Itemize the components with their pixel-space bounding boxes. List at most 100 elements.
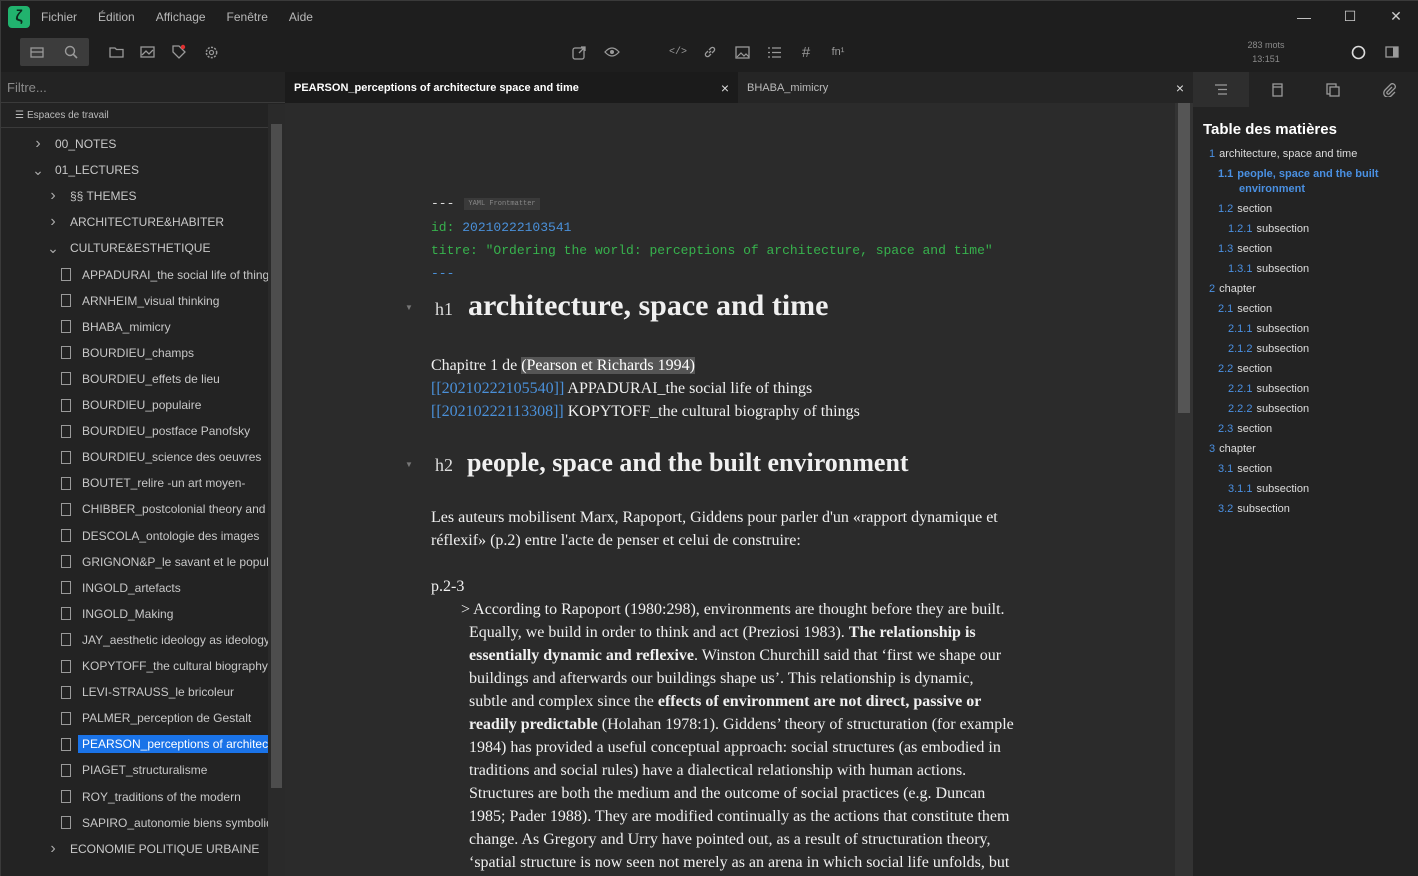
tree-file[interactable]: ROY_traditions of the modern (1, 785, 268, 809)
menu-item-3[interactable]: Fenêtre (227, 10, 268, 24)
tree-file[interactable]: BOURDIEU_populaire (1, 393, 268, 417)
search-icon[interactable] (54, 38, 88, 66)
task-list-icon[interactable] (760, 38, 788, 66)
chevron-down-icon[interactable]: ⌄ (46, 240, 60, 257)
link-icon[interactable] (696, 38, 724, 66)
tree-file[interactable]: PEARSON_perceptions of architecture (1, 732, 268, 756)
toc-label-continued[interactable]: environment (1239, 183, 1305, 195)
wiki-link[interactable]: [[20210222105540]] (431, 380, 564, 397)
toc-item[interactable]: 1 architecture, space and time (1209, 148, 1357, 160)
toc-item[interactable]: 2.1.1 subsection (1228, 323, 1309, 335)
sidebar-scrollbar[interactable] (268, 104, 285, 876)
tree-folder[interactable]: › ECONOMIE POLITIQUE URBAINE (1, 837, 268, 861)
toc-number: 2.1 (1218, 303, 1234, 315)
toc-item[interactable]: 3.2 subsection (1218, 503, 1290, 515)
editor-scrollbar[interactable] (1175, 103, 1193, 876)
sidebar-scroll-thumb[interactable] (271, 124, 282, 788)
toc-item[interactable]: 1.3.1 subsection (1228, 263, 1309, 275)
graph-icon[interactable] (133, 38, 161, 66)
table-icon[interactable]: # (792, 38, 820, 66)
minimize-icon[interactable]: — (1281, 9, 1327, 25)
toc-item[interactable]: 2.1.2 subsection (1228, 343, 1309, 355)
tree-file[interactable]: INGOLD_artefacts (1, 576, 268, 600)
references-tab-icon[interactable] (1249, 72, 1305, 107)
tree-file[interactable]: KOPYTOFF_the cultural biography (1, 654, 268, 678)
tree-file[interactable]: LEVI-STRAUSS_le bricoleur (1, 680, 268, 704)
footnote-icon[interactable]: fn¹ (824, 38, 852, 66)
tree-folder[interactable]: › ARCHITECTURE&HABITER (1, 210, 268, 234)
tree-file[interactable]: PALMER_perception de Gestalt (1, 706, 268, 730)
tree-file[interactable]: PIAGET_structuralisme (1, 758, 268, 782)
tree-file[interactable]: JAY_aesthetic ideology as ideology (1, 628, 268, 652)
toc-item[interactable]: 3.1 section (1218, 463, 1272, 475)
document-stats[interactable]: 283 mots 13:151 (1239, 38, 1293, 66)
open-folder-icon[interactable] (102, 38, 130, 66)
image-icon[interactable] (728, 38, 756, 66)
toc-item[interactable]: 2 chapter (1209, 283, 1256, 295)
tree-file[interactable]: CHIBBER_postcolonial theory and (1, 497, 268, 521)
tree-file[interactable]: GRIGNON&P_le savant et le populaire (1, 550, 268, 574)
tree-file[interactable]: BOURDIEU_effets de lieu (1, 367, 268, 391)
settings-gear-icon[interactable] (197, 38, 225, 66)
file-manager-toggle-icon[interactable] (20, 38, 54, 66)
close-tab-icon[interactable]: × (721, 80, 729, 96)
tree-file[interactable]: BOURDIEU_champs (1, 341, 268, 365)
chevron-right-icon[interactable]: › (46, 213, 60, 231)
toc-item[interactable]: 3 chapter (1209, 443, 1256, 455)
toc-item[interactable]: 1.2 section (1218, 203, 1272, 215)
toc-item[interactable]: 3.1.1 subsection (1228, 483, 1309, 495)
preview-eye-icon[interactable] (598, 38, 626, 66)
tree-folder[interactable]: › §§ THEMES (1, 184, 268, 208)
toc-item[interactable]: 1.3 section (1218, 243, 1272, 255)
toc-item[interactable]: 1.2.1 subsection (1228, 223, 1309, 235)
menu-item-4[interactable]: Aide (289, 10, 313, 24)
chevron-right-icon[interactable]: › (31, 135, 45, 153)
close-window-icon[interactable]: ✕ (1373, 8, 1418, 25)
tab-bhaba[interactable]: BHABA_mimicry × (738, 72, 1193, 103)
code-icon[interactable]: </> (664, 38, 692, 66)
toc-item[interactable]: 2.2.1 subsection (1228, 383, 1309, 395)
tags-icon[interactable] (165, 38, 193, 66)
wiki-link[interactable]: [[20210222113308]] (431, 403, 564, 420)
toc-item[interactable]: 2.2 section (1218, 363, 1272, 375)
export-icon[interactable] (565, 38, 593, 66)
menu-item-0[interactable]: Fichier (41, 10, 77, 24)
pomodoro-circle-icon[interactable] (1344, 38, 1372, 66)
toc-item[interactable]: 2.3 section (1218, 423, 1272, 435)
fold-arrow-icon[interactable]: ▼ (405, 303, 413, 312)
tree-file[interactable]: ARNHEIM_visual thinking (1, 289, 268, 313)
tree-file[interactable]: BOUTET_relire -un art moyen- (1, 471, 268, 495)
attachments-tab-icon[interactable] (1361, 72, 1417, 107)
chevron-right-icon[interactable]: › (46, 840, 60, 858)
tree-file[interactable]: DESCOLA_ontologie des images (1, 524, 268, 548)
close-tab-icon[interactable]: × (1176, 80, 1184, 96)
citation-highlight[interactable]: (Pearson et Richards 1994) (521, 357, 695, 374)
menu-item-2[interactable]: Affichage (156, 10, 206, 24)
toc-item[interactable]: 1.1 people, space and the built (1218, 168, 1379, 180)
chevron-down-icon[interactable]: ⌄ (31, 162, 45, 179)
chevron-right-icon[interactable]: › (46, 187, 60, 205)
menu-item-1[interactable]: Édition (98, 10, 135, 24)
tree-file[interactable]: BOURDIEU_science des oeuvres (1, 445, 268, 469)
tree-folder[interactable]: ⌄ CULTURE&ESTHETIQUE (1, 236, 268, 260)
tab-pearson[interactable]: PEARSON_perceptions of architecture spac… (285, 72, 738, 103)
toc-item[interactable]: 2.2.2 subsection (1228, 403, 1309, 415)
editor-scroll-thumb[interactable] (1178, 103, 1190, 413)
tree-file[interactable]: BOURDIEU_postface Panofsky (1, 419, 268, 443)
tree-file[interactable]: INGOLD_Making (1, 602, 268, 626)
tree-folder[interactable]: › 00_NOTES (1, 132, 268, 156)
file-icon (61, 737, 71, 751)
tree-file[interactable]: SAPIRO_autonomie biens symboliques (1, 811, 268, 835)
maximize-icon[interactable]: ☐ (1327, 8, 1373, 25)
filter-input[interactable]: Filtre... (1, 72, 285, 103)
tree-file[interactable]: BHABA_mimicry (1, 315, 268, 339)
toc-item[interactable]: 2.1 section (1218, 303, 1272, 315)
tree-folder[interactable]: ⌄ 01_LECTURES (1, 158, 268, 182)
toc-tab-icon[interactable] (1193, 72, 1249, 107)
related-files-tab-icon[interactable] (1305, 72, 1361, 107)
editor-pane[interactable]: --- YAML Frontmatter id: 20210222103541 t… (285, 103, 1175, 876)
workspaces-header[interactable]: ☰ Espaces de travail (1, 104, 268, 128)
fold-arrow-icon[interactable]: ▼ (405, 460, 413, 469)
tree-file[interactable]: APPADURAI_the social life of things (1, 263, 268, 287)
toggle-sidebar-icon[interactable] (1378, 38, 1406, 66)
